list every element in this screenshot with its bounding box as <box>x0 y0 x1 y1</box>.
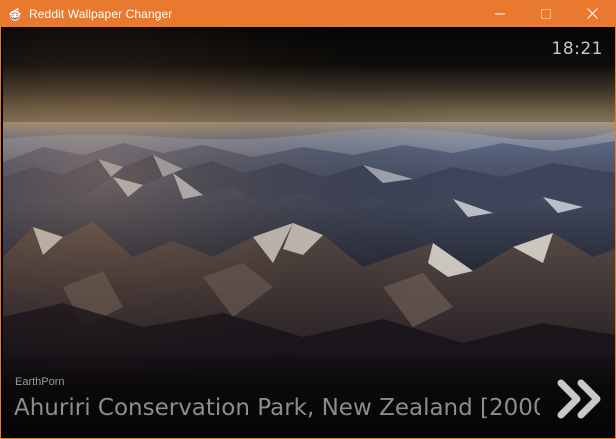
wallpaper-viewport: 18:21 EarthPorn Ahuriri Conservation Par… <box>3 27 615 437</box>
window-controls <box>477 0 615 27</box>
maximize-icon <box>541 8 551 19</box>
minimize-icon <box>495 13 505 14</box>
post-title[interactable]: Ahuriri Conservation Park, New Zealand [… <box>14 395 540 421</box>
clock-display: 18:21 <box>551 39 603 59</box>
title-bar[interactable]: Reddit Wallpaper Changer <box>1 0 615 27</box>
subreddit-label[interactable]: EarthPorn <box>15 376 65 388</box>
app-window: Reddit Wallpaper Changer 18:21 EarthPorn… <box>0 0 616 439</box>
close-button[interactable] <box>569 0 615 27</box>
caption-overlay <box>3 347 615 437</box>
window-title: Reddit Wallpaper Changer <box>29 6 173 21</box>
maximize-button[interactable] <box>523 0 569 27</box>
next-wallpaper-button[interactable] <box>557 377 609 421</box>
reddit-alien-icon <box>7 6 23 22</box>
minimize-button[interactable] <box>477 0 523 27</box>
double-chevron-right-icon <box>557 379 601 419</box>
close-icon <box>586 8 598 19</box>
